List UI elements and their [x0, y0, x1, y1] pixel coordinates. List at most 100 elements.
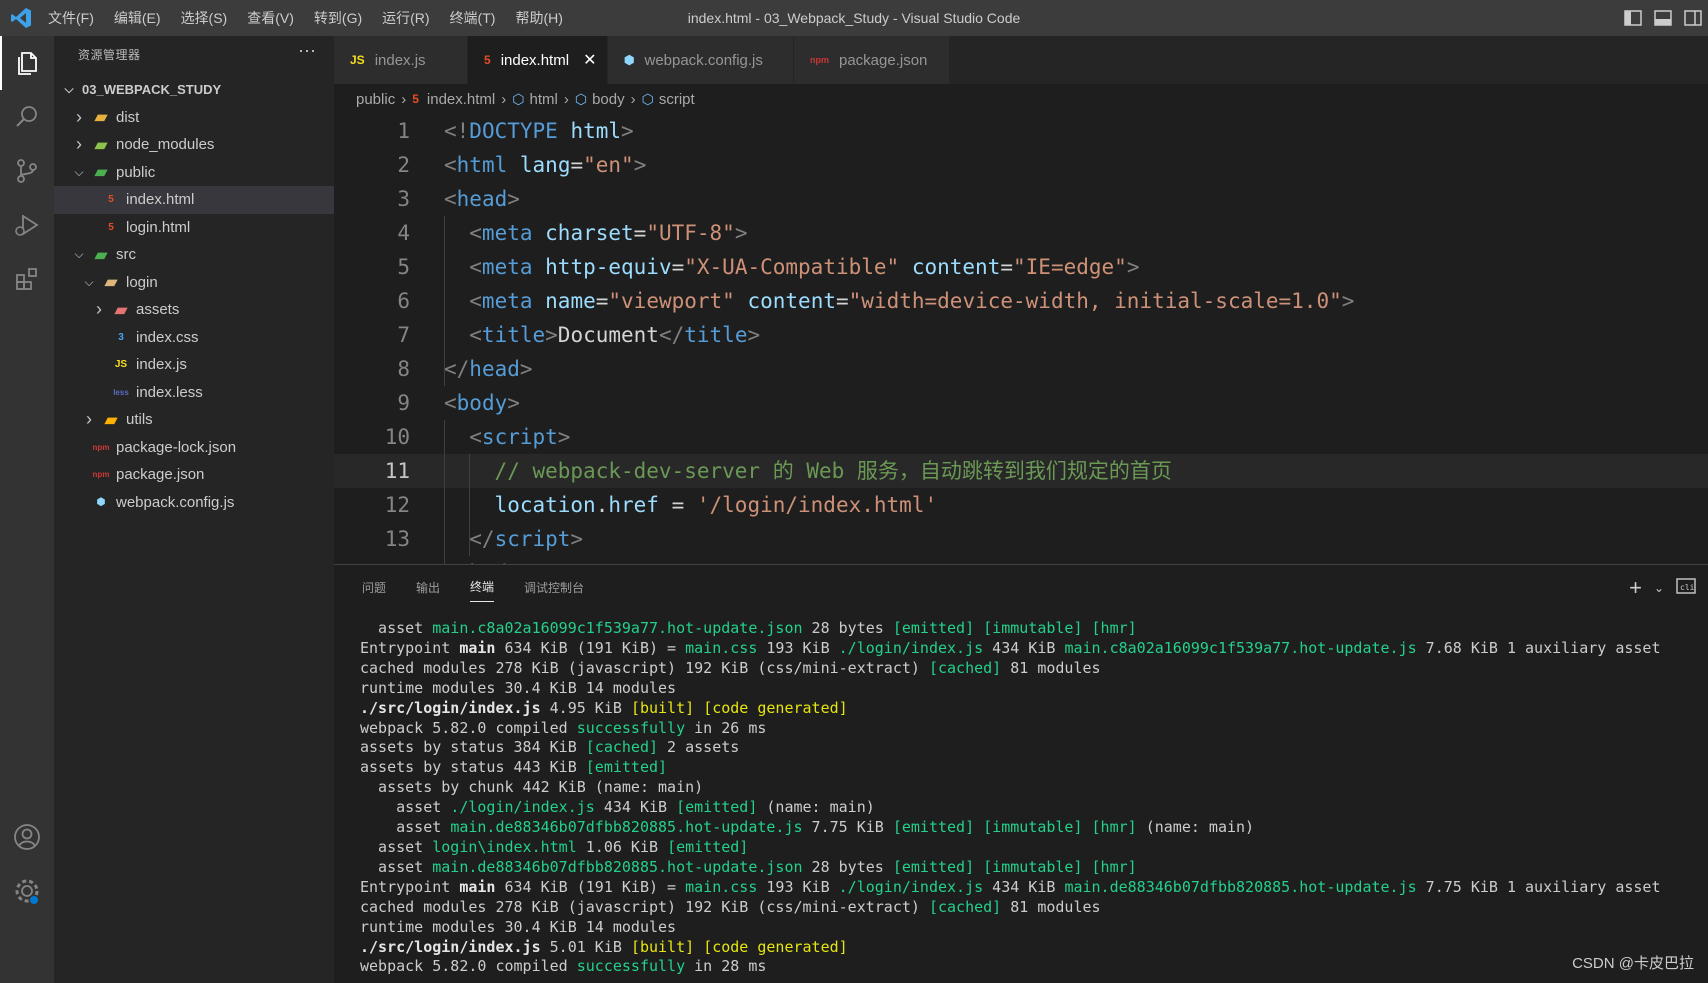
extensions-icon[interactable]	[0, 252, 54, 306]
terminal-line: asset main.c8a02a16099c1f539a77.hot-upda…	[360, 619, 1660, 639]
chevron-down-icon[interactable]: ⌄	[1654, 581, 1664, 595]
folder-public-icon: ▰	[94, 164, 108, 182]
code-token: >	[507, 187, 520, 211]
chevron-right-icon: ›	[401, 90, 407, 108]
toggle-secondary-sidebar-icon[interactable]	[1682, 7, 1704, 29]
file-tree-item[interactable]: › ▰ utils	[54, 406, 334, 434]
terminal-segment: [immutable]	[983, 619, 1083, 637]
watermark: CSDN @卡皮巴拉	[1572, 955, 1694, 972]
terminal-segment: [hmr]	[1091, 857, 1137, 876]
run-debug-icon[interactable]	[0, 198, 54, 252]
file-tree-item[interactable]: 5 login.html	[54, 214, 334, 242]
line-number: 7	[397, 323, 410, 347]
terminal-segment: [code generated]	[703, 698, 848, 717]
file-tree-item[interactable]: › ▰ node_modules	[54, 131, 334, 159]
file-tree-item[interactable]: ⌵ ▰ login	[54, 269, 334, 297]
breadcrumb-item[interactable]: public	[356, 91, 395, 108]
menu-item[interactable]: 文件(F)	[48, 8, 94, 28]
file-tree-item[interactable]: › ▰ assets	[54, 296, 334, 324]
menu-item[interactable]: 帮助(H)	[515, 8, 562, 28]
code-token: >	[570, 527, 584, 551]
code-token: >	[557, 425, 571, 449]
activity-bar	[0, 36, 54, 983]
terminal-segment: main.de88346b07dfbb820885.hot-update.js	[450, 818, 803, 837]
file-type-icon: ⬢	[624, 53, 635, 67]
tab-label: index.html	[500, 51, 570, 69]
breadcrumb-item[interactable]: index.html	[427, 91, 495, 108]
terminal-segment: 81 modules	[1001, 897, 1101, 916]
breadcrumb-item[interactable]: script	[659, 91, 695, 108]
search-icon[interactable]	[0, 90, 54, 144]
panel-tab[interactable]: 问题	[362, 573, 386, 602]
file-tree-item[interactable]: npm package.json	[54, 461, 334, 489]
panel-tab[interactable]: 终端	[470, 572, 495, 602]
toggle-panel-icon[interactable]	[1652, 7, 1674, 29]
explorer-icon[interactable]	[0, 36, 54, 90]
editor-tab[interactable]: 5 index.html ✕	[468, 36, 608, 84]
toggle-sidebar-icon[interactable]	[1622, 7, 1644, 29]
code-token: href	[608, 493, 659, 517]
file-tree-label: webpack.config.js	[116, 493, 235, 511]
account-icon[interactable]	[0, 810, 54, 864]
menu-item[interactable]: 编辑(E)	[114, 8, 161, 28]
code-token: content	[911, 255, 1001, 279]
menu-item[interactable]: 终端(T)	[450, 8, 496, 28]
terminal-segment: 193 KiB	[757, 877, 839, 896]
code-line: 4 <meta charset="UTF-8">	[334, 216, 1708, 250]
panel-tab[interactable]: 输出	[416, 573, 440, 602]
file-tree-item[interactable]: JS index.js	[54, 351, 334, 379]
terminal-segment: ./login/index.js	[838, 638, 984, 657]
more-actions-icon[interactable]: ···	[298, 40, 316, 61]
terminal-output[interactable]: asset main.c8a02a16099c1f539a77.hot-upda…	[360, 619, 1660, 977]
code-line: 3 <head>	[334, 182, 1708, 216]
terminal-segment: 4.95 KiB	[540, 698, 631, 717]
terminal-segment: 434 KiB	[983, 638, 1065, 657]
code-token: >	[734, 221, 748, 245]
file-tree-label: index.html	[126, 191, 195, 209]
file-tree-item[interactable]: 5 index.html	[54, 186, 334, 214]
code-text: <title>Document</title>	[469, 318, 760, 352]
editor-tab[interactable]: npm package.json	[794, 36, 950, 84]
terminal-line: Entrypoint main 634 KiB (191 KiB) = main…	[360, 878, 1660, 898]
code-token: script	[494, 527, 571, 551]
breadcrumb-item[interactable]: body	[592, 91, 625, 108]
code-token: content	[747, 289, 836, 313]
terminal-segment: cached modules 278 KiB (javascript) 192 …	[360, 897, 929, 916]
code-editor[interactable]: 1 <!DOCTYPE html> 2 <html lang="en"> 3 <head>…	[334, 114, 1708, 564]
code-token: <	[444, 187, 457, 211]
terminal-line: cached modules 278 KiB (javascript) 192 …	[360, 659, 1660, 679]
code-text: // webpack-dev-server 的 Web 服务，自动跳转到我们规定…	[495, 454, 1172, 488]
file-tree-item[interactable]: npm package-lock.json	[54, 434, 334, 462]
file-type-icon: npm	[810, 55, 829, 65]
terminal-line: webpack 5.82.0 compiled successfully in …	[360, 957, 1660, 977]
manage-gear-icon[interactable]	[0, 864, 54, 918]
panel-tab[interactable]: 调试控制台	[524, 573, 584, 602]
tab-label: package.json	[839, 51, 928, 69]
file-tree-item[interactable]: › ▰ dist	[54, 104, 334, 132]
source-control-icon[interactable]	[0, 144, 54, 198]
file-tree-item[interactable]: ⬢ webpack.config.js	[54, 489, 334, 517]
less-icon: less	[113, 387, 129, 397]
file-tree-item[interactable]: ⌵ 03_WEBPACK_STUDY	[54, 76, 334, 104]
file-tree-item[interactable]: 3 index.css	[54, 324, 334, 352]
code-line: 6 <meta name="viewport" content="width=de…	[334, 284, 1708, 318]
code-token: html	[570, 119, 622, 143]
code-token: <	[469, 289, 482, 313]
new-terminal-icon[interactable]: +	[1629, 575, 1642, 601]
code-text: <meta http-equiv="X-UA-Compatible" conte…	[469, 250, 1139, 284]
terminal-profile-icon[interactable]: cli	[1676, 577, 1696, 600]
file-tree-label: index.js	[136, 356, 187, 374]
menu-item[interactable]: 选择(S)	[181, 8, 228, 28]
editor-tab[interactable]: ⬢ webpack.config.js	[608, 36, 794, 84]
file-tree-item[interactable]: ⌵ ▰ public	[54, 159, 334, 187]
breadcrumb-item[interactable]: html	[530, 91, 558, 108]
editor-tab[interactable]: JS index.js	[334, 36, 468, 84]
menu-item[interactable]: 查看(V)	[247, 8, 294, 28]
menu-item[interactable]: 转到(G)	[314, 8, 362, 28]
file-tree-item[interactable]: ⌵ ▰ src	[54, 241, 334, 269]
close-icon[interactable]: ✕	[583, 50, 596, 70]
file-tree-item[interactable]: less index.less	[54, 379, 334, 407]
menu-item[interactable]: 运行(R)	[382, 8, 429, 28]
code-text: </head>	[444, 352, 533, 386]
